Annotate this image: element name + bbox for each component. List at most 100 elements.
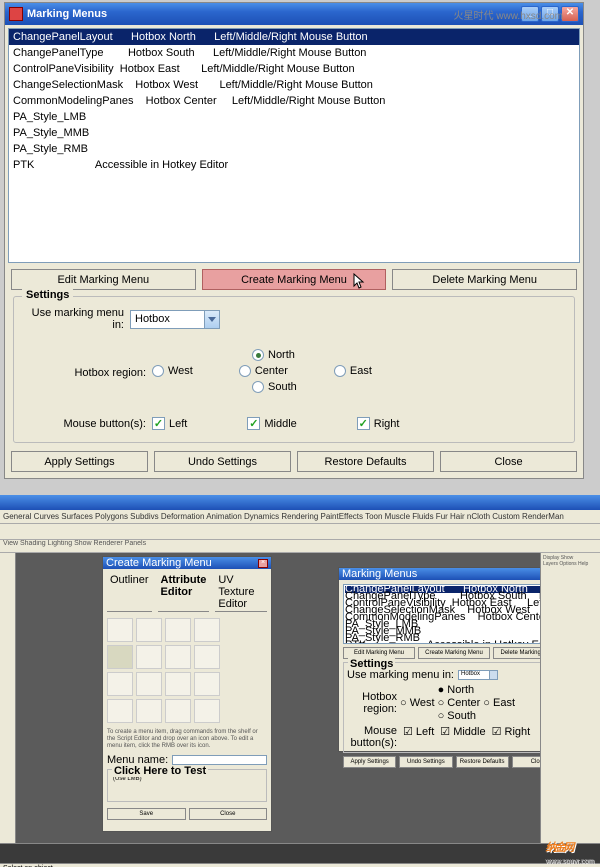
grid-cell[interactable] xyxy=(136,699,162,723)
menu-name-input[interactable] xyxy=(172,755,267,765)
use-lmb-text[interactable]: (Use LMB) xyxy=(111,774,263,798)
sub-dropdown[interactable]: Hotbox xyxy=(458,670,498,680)
sub-north-radio[interactable]: ● North xyxy=(438,684,481,696)
channel-box[interactable]: Display ShowLayers Options Help xyxy=(540,553,600,843)
grid-cell[interactable] xyxy=(107,645,133,669)
close-icon[interactable]: × xyxy=(258,559,268,568)
viewport-menu[interactable]: View Shading Lighting Show Renderer Pane… xyxy=(0,540,600,553)
grid-cell[interactable] xyxy=(136,645,162,669)
minimize-button[interactable]: _ xyxy=(521,6,539,22)
sub-list[interactable]: ChangePanelLayout Hotbox North Left/Midd… xyxy=(343,584,565,644)
cursor-icon xyxy=(353,273,367,291)
close-button[interactable]: ✕ xyxy=(561,6,579,22)
list-row[interactable]: ChangeSelectionMask Hotbox West Left/Mid… xyxy=(9,77,579,93)
list-row[interactable]: CommonModelingPanes Hotbox Center Left/M… xyxy=(9,93,579,109)
toolbox[interactable] xyxy=(0,553,16,843)
grid-cell[interactable] xyxy=(165,645,191,669)
grid-cell[interactable] xyxy=(194,699,220,723)
edit-marking-menu-button[interactable]: Edit Marking Menu xyxy=(11,269,196,290)
radio-icon xyxy=(334,365,346,377)
checkbox-icon: ✓ xyxy=(152,417,165,430)
sub-restore-button[interactable]: Restore Defaults xyxy=(456,756,509,768)
apply-settings-button[interactable]: Apply Settings xyxy=(11,451,148,472)
tab-uv-editor[interactable]: UV Texture Editor xyxy=(215,573,267,612)
list-row[interactable]: PA_Style_RMB xyxy=(9,141,579,157)
sub-west-radio[interactable]: ○ West xyxy=(400,697,435,709)
list-row[interactable]: ChangePanelType Hotbox South Left/Middle… xyxy=(9,45,579,61)
grid-cell[interactable] xyxy=(194,672,220,696)
sub-title: Create Marking Menu xyxy=(106,557,212,569)
grid-cell[interactable] xyxy=(107,672,133,696)
sub-save-button[interactable]: Save xyxy=(107,808,186,820)
icon-grid[interactable] xyxy=(107,618,267,723)
sub-close-button[interactable]: Close xyxy=(189,808,268,820)
restore-defaults-button[interactable]: Restore Defaults xyxy=(297,451,434,472)
app-titlebar[interactable] xyxy=(0,495,600,510)
sub-east-radio[interactable]: ○ East xyxy=(483,697,515,709)
sub-use-label: Use marking menu in: xyxy=(347,669,454,681)
left-checkbox-item[interactable]: ✓ Left xyxy=(152,417,187,430)
marking-menus-window: Marking Menus _ □ ✕ 火星时代 www.hxsd.com Ch… xyxy=(4,2,584,479)
grid-cell[interactable] xyxy=(165,672,191,696)
tab-attribute-editor[interactable]: Attribute Editor xyxy=(158,573,210,612)
dropdown-value: Hotbox xyxy=(131,311,204,328)
sub-center-radio[interactable]: ○ Center xyxy=(438,697,481,709)
north-radio-item[interactable]: North xyxy=(252,349,566,361)
grid-cell[interactable] xyxy=(107,618,133,642)
close-button-bottom[interactable]: Close xyxy=(440,451,577,472)
sub-south-radio[interactable]: ○ South xyxy=(438,710,481,722)
grid-cell[interactable] xyxy=(194,645,220,669)
sub-tabs[interactable]: Outliner Attribute Editor UV Texture Edi… xyxy=(107,573,267,612)
marking-menu-list[interactable]: ChangePanelLayout Hotbox North Left/Midd… xyxy=(8,28,580,263)
grid-cell[interactable] xyxy=(194,618,220,642)
checkbox-icon: ✓ xyxy=(357,417,370,430)
middle-label: Middle xyxy=(264,418,296,430)
radio-icon xyxy=(252,381,264,393)
middle-checkbox-item[interactable]: ✓ Middle xyxy=(247,417,296,430)
center-radio-item[interactable]: Center xyxy=(239,365,288,377)
list-row[interactable]: ChangePanelLayout Hotbox North Left/Midd… xyxy=(9,29,579,45)
grid-cell[interactable] xyxy=(107,699,133,723)
sub-titlebar[interactable]: Marking Menus × xyxy=(339,568,569,580)
workspace: Create Marking Menu × Outliner Attribute… xyxy=(0,553,600,843)
east-radio-item[interactable]: East xyxy=(334,365,374,377)
sub-list-row[interactable]: PTK Accessible in Hotkey Editor xyxy=(345,642,563,644)
radio-icon xyxy=(239,365,251,377)
list-row[interactable]: PA_Style_MMB xyxy=(9,125,579,141)
viewport[interactable]: Create Marking Menu × Outliner Attribute… xyxy=(16,553,600,843)
shelf-tabs[interactable]: General Curves Surfaces Polygons Subdivs… xyxy=(0,510,600,524)
sub-create-button[interactable]: Create Marking Menu xyxy=(418,647,490,659)
grid-cell[interactable] xyxy=(136,618,162,642)
west-radio-item[interactable]: West xyxy=(152,365,193,377)
delete-marking-menu-button[interactable]: Delete Marking Menu xyxy=(392,269,577,290)
sub-undo-button[interactable]: Undo Settings xyxy=(399,756,452,768)
list-row[interactable]: PA_Style_LMB xyxy=(9,109,579,125)
sub-dd-value: Hotbox xyxy=(459,671,489,679)
right-checkbox-item[interactable]: ✓ Right xyxy=(357,417,400,430)
timeline[interactable] xyxy=(0,843,600,863)
grid-cell[interactable] xyxy=(165,618,191,642)
shelf-icons[interactable] xyxy=(0,524,600,540)
sub-right-check[interactable]: ☑ Right xyxy=(492,725,531,749)
sub-middle-check[interactable]: ☑ Middle xyxy=(440,725,485,749)
sub-left-check[interactable]: ☑ Left xyxy=(403,725,434,749)
grid-cell[interactable] xyxy=(136,672,162,696)
north-label: North xyxy=(268,349,295,361)
create-marking-menu-button[interactable]: Create Marking Menu xyxy=(202,269,387,290)
maximize-button[interactable]: □ xyxy=(541,6,559,22)
statusbar: Select an object xyxy=(0,863,600,867)
settings-legend: Settings xyxy=(22,289,73,301)
grid-cell[interactable] xyxy=(165,699,191,723)
app-icon xyxy=(9,7,23,21)
list-row[interactable]: PTK Accessible in Hotkey Editor xyxy=(9,157,579,173)
tab-outliner[interactable]: Outliner xyxy=(107,573,152,612)
create-label: Create Marking Menu xyxy=(241,274,347,286)
list-row[interactable]: ControlPaneVisibility Hotbox East Left/M… xyxy=(9,61,579,77)
south-radio-item[interactable]: South xyxy=(252,381,566,393)
window-title: Marking Menus xyxy=(27,8,107,20)
undo-settings-button[interactable]: Undo Settings xyxy=(154,451,291,472)
sub-titlebar[interactable]: Create Marking Menu × xyxy=(103,557,271,569)
sub-apply-button[interactable]: Apply Settings xyxy=(343,756,396,768)
use-marking-menu-dropdown[interactable]: Hotbox xyxy=(130,310,220,329)
titlebar[interactable]: Marking Menus _ □ ✕ xyxy=(5,3,583,25)
